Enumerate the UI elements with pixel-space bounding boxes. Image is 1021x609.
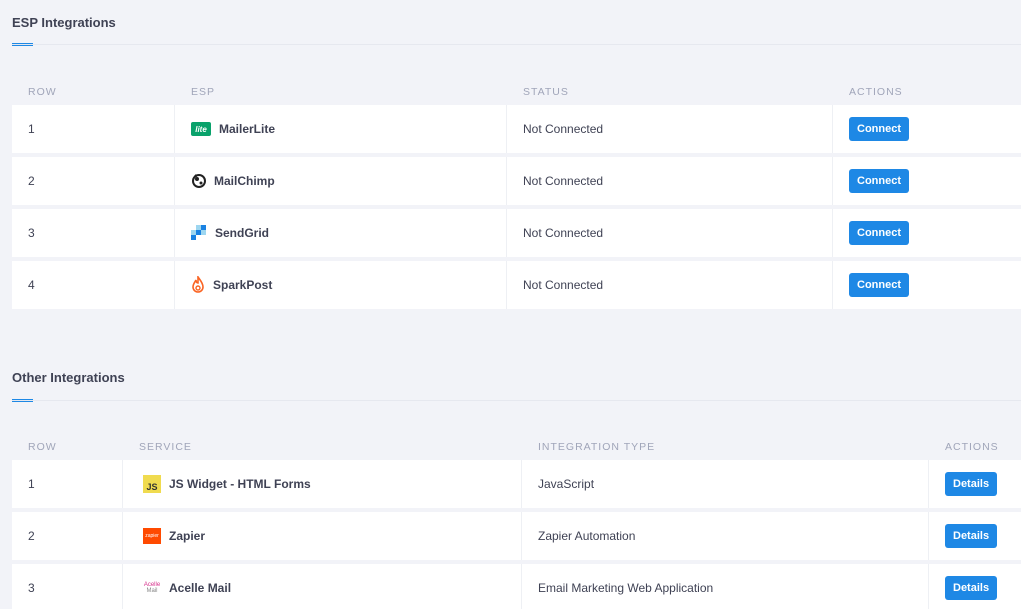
details-button[interactable]: Details	[945, 472, 998, 496]
column-header-status: STATUS	[523, 86, 569, 98]
esp-name: SparkPost	[213, 278, 273, 292]
service-name: JS Widget - HTML Forms	[169, 477, 311, 491]
table-row: 2 zapier Zapier Zapier Automation Detail…	[12, 512, 1021, 560]
status-text: Not Connected	[523, 122, 604, 136]
details-button[interactable]: Details	[945, 524, 998, 548]
other-table-header: ROW SERVICE INTEGRATION TYPE ACTIONS	[12, 438, 1021, 458]
table-row: 2 MailChimp Not Connected Connect	[12, 157, 1021, 205]
row-number: 2	[28, 174, 35, 188]
status-text: Not Connected	[523, 174, 604, 188]
sendgrid-icon	[191, 225, 207, 241]
row-number: 3	[28, 226, 35, 240]
integration-type-text: JavaScript	[538, 477, 595, 491]
connect-button[interactable]: Connect	[849, 169, 909, 193]
table-row: 1 JS JS Widget - HTML Forms JavaScript D…	[12, 460, 1021, 508]
other-divider	[12, 400, 1021, 401]
esp-name: MailChimp	[214, 174, 275, 188]
status-text: Not Connected	[523, 278, 604, 292]
acelle-mail-icon-line-2: Mail	[146, 588, 158, 594]
esp-section-title: ESP Integrations	[12, 15, 116, 30]
esp-divider	[12, 44, 1021, 45]
mailchimp-icon	[191, 173, 206, 189]
sparkpost-icon	[191, 276, 205, 294]
integration-type-text: Email Marketing Web Application	[538, 581, 714, 595]
row-number: 4	[28, 278, 35, 292]
column-header-row: ROW	[28, 441, 57, 453]
column-header-actions: ACTIONS	[849, 86, 903, 98]
table-row: 3 Acelle Mail Acelle Mail Email Marketin…	[12, 564, 1021, 609]
integration-type-text: Zapier Automation	[538, 529, 636, 543]
row-number: 2	[28, 529, 35, 543]
connect-button[interactable]: Connect	[849, 117, 909, 141]
column-header-service: SERVICE	[139, 441, 192, 453]
column-header-integration-type: INTEGRATION TYPE	[538, 441, 656, 453]
details-button[interactable]: Details	[945, 576, 998, 600]
connect-button[interactable]: Connect	[849, 221, 909, 245]
service-name: Acelle Mail	[169, 581, 232, 595]
column-header-esp: ESP	[191, 86, 216, 98]
service-name: Zapier	[169, 529, 206, 543]
mailerlite-icon: lite	[191, 122, 211, 136]
column-header-actions: ACTIONS	[945, 441, 999, 453]
status-text: Not Connected	[523, 226, 604, 240]
esp-table-header: ROW ESP STATUS ACTIONS	[12, 83, 1021, 103]
row-number: 1	[28, 477, 35, 491]
esp-name: MailerLite	[219, 122, 276, 136]
connect-button[interactable]: Connect	[849, 273, 909, 297]
esp-name: SendGrid	[215, 226, 270, 240]
javascript-icon: JS	[143, 475, 161, 493]
row-number: 1	[28, 122, 35, 136]
other-section-title: Other Integrations	[12, 370, 125, 385]
acelle-mail-icon: Acelle Mail	[143, 580, 161, 596]
row-number: 3	[28, 581, 35, 595]
table-row: 1 lite MailerLite Not Connected Connect	[12, 105, 1021, 153]
zapier-icon: zapier	[143, 528, 161, 544]
table-row: 4 SparkPost Not Connected Connect	[12, 261, 1021, 309]
table-row: 3 SendGrid Not Connected Connect	[12, 209, 1021, 257]
column-header-row: ROW	[28, 86, 57, 98]
